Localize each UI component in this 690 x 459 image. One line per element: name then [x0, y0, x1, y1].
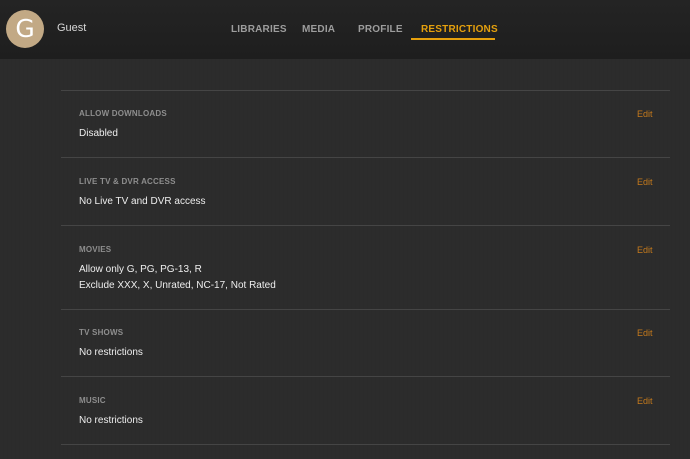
- section-divider: [61, 444, 670, 445]
- tab-media[interactable]: MEDIA: [302, 24, 335, 35]
- section-title-music: MUSIC: [79, 396, 106, 405]
- section-value-tv-shows: No restrictions: [79, 347, 143, 358]
- avatar[interactable]: G: [6, 10, 44, 48]
- edit-live-tv-dvr-link[interactable]: Edit: [637, 177, 653, 187]
- active-tab-underline: [411, 38, 495, 40]
- top-bar: G Guest LIBRARIES MEDIA PROFILE RESTRICT…: [0, 0, 690, 59]
- section-divider: [61, 157, 670, 158]
- section-divider: [61, 225, 670, 226]
- section-divider: [61, 90, 670, 91]
- edit-music-link[interactable]: Edit: [637, 396, 653, 406]
- section-divider: [61, 376, 670, 377]
- section-value-live-tv-dvr: No Live TV and DVR access: [79, 196, 206, 207]
- section-value-allow-downloads: Disabled: [79, 128, 118, 139]
- section-title-tv-shows: TV SHOWS: [79, 328, 124, 337]
- edit-tv-shows-link[interactable]: Edit: [637, 328, 653, 338]
- edit-allow-downloads-link[interactable]: Edit: [637, 109, 653, 119]
- tab-libraries[interactable]: LIBRARIES: [231, 24, 287, 35]
- tab-profile[interactable]: PROFILE: [358, 24, 403, 35]
- section-title-movies: MOVIES: [79, 245, 112, 254]
- section-value-movies-exclude: Exclude XXX, X, Unrated, NC-17, Not Rate…: [79, 280, 276, 291]
- section-value-movies-allow: Allow only G, PG, PG-13, R: [79, 264, 202, 275]
- username: Guest: [57, 22, 87, 34]
- tab-restrictions[interactable]: RESTRICTIONS: [421, 24, 498, 35]
- edit-movies-link[interactable]: Edit: [637, 245, 653, 255]
- section-divider: [61, 309, 670, 310]
- section-title-live-tv-dvr: LIVE TV & DVR ACCESS: [79, 177, 176, 186]
- section-value-music: No restrictions: [79, 415, 143, 426]
- section-title-allow-downloads: ALLOW DOWNLOADS: [79, 109, 167, 118]
